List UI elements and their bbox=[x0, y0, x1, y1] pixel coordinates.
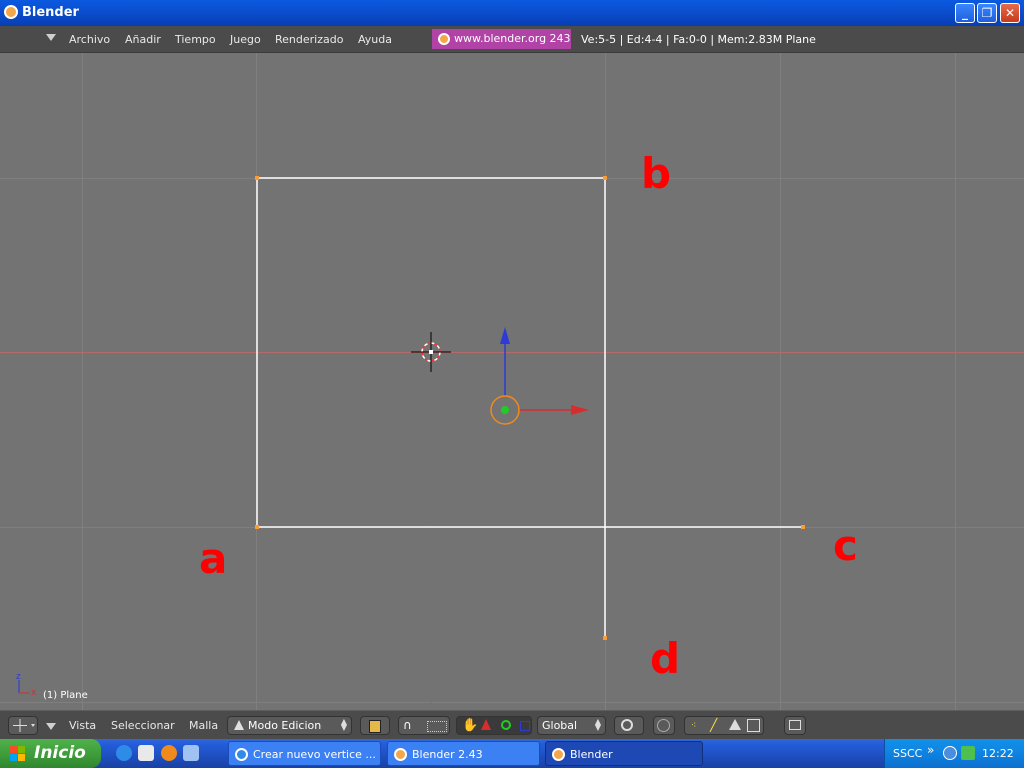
task-label: Blender bbox=[570, 748, 613, 761]
menu-seleccionar[interactable]: Seleccionar bbox=[111, 719, 175, 732]
minimize-button[interactable]: _ bbox=[955, 3, 975, 23]
scene-statistics: Ve:5-5 | Ed:4-4 | Fa:0-0 | Mem:2.83M Pla… bbox=[581, 33, 816, 46]
menu-ayuda[interactable]: Ayuda bbox=[358, 33, 392, 46]
maximize-button[interactable]: ❐ bbox=[977, 3, 997, 23]
pivot-button[interactable] bbox=[614, 716, 644, 735]
render-preview-button[interactable] bbox=[784, 716, 806, 735]
rotate-icon bbox=[501, 720, 511, 730]
start-label: Inicio bbox=[34, 743, 86, 763]
taskbar-item-blender-243[interactable]: Blender 2.43 bbox=[387, 741, 540, 766]
annotation-d: d bbox=[650, 634, 681, 683]
taskbar-item-blender[interactable]: Blender bbox=[545, 741, 703, 766]
annotation-a: a bbox=[199, 534, 228, 583]
x-arrow-icon bbox=[571, 405, 589, 415]
menu-renderizado[interactable]: Renderizado bbox=[275, 33, 343, 46]
image-icon bbox=[789, 720, 801, 730]
occlude-button[interactable] bbox=[653, 716, 675, 735]
grid-icon bbox=[13, 719, 35, 732]
menu-archivo[interactable]: Archivo bbox=[69, 33, 110, 46]
menu-anadir[interactable]: Añadir bbox=[125, 33, 161, 46]
transform-manipulator[interactable] bbox=[490, 327, 589, 425]
close-button[interactable]: ✕ bbox=[1000, 3, 1020, 23]
network-icon[interactable] bbox=[961, 746, 975, 760]
spinner-icon: ▲ ▼ bbox=[340, 717, 347, 732]
explorer-icon[interactable] bbox=[138, 745, 154, 761]
3d-cursor-icon[interactable] bbox=[411, 332, 451, 372]
editor-type-button[interactable] bbox=[8, 716, 38, 735]
proportional-icon bbox=[427, 721, 447, 732]
menu-malla[interactable]: Malla bbox=[189, 719, 218, 732]
tray-label: SSCC bbox=[893, 747, 923, 760]
window-title: Blender bbox=[22, 5, 79, 20]
manipulator-group[interactable]: ✋ bbox=[456, 716, 532, 735]
blender-logo-icon bbox=[394, 748, 407, 761]
media-player-icon[interactable] bbox=[161, 745, 177, 761]
active-object-label: (1) Plane bbox=[43, 690, 88, 701]
annotation-c: c bbox=[833, 521, 858, 570]
mesh-edges bbox=[256, 177, 803, 638]
face-select-icon bbox=[729, 719, 741, 730]
header-collapse-icon[interactable] bbox=[46, 34, 56, 41]
start-button[interactable]: Inicio bbox=[0, 739, 101, 768]
limit-selection-icon bbox=[657, 719, 670, 732]
snap-group[interactable]: ∩ bbox=[398, 716, 450, 735]
blender-website-link[interactable]: www.blender.org 243 bbox=[432, 29, 571, 49]
translate-icon bbox=[481, 719, 491, 730]
ie-icon[interactable] bbox=[116, 745, 132, 761]
system-tray: SSCC » 12:22 bbox=[884, 739, 1024, 768]
xray-icon bbox=[747, 719, 760, 732]
viewport-canvas: z x bbox=[0, 53, 1024, 710]
windows-logo-icon bbox=[10, 746, 25, 761]
clock[interactable]: 12:22 bbox=[982, 747, 1014, 760]
3d-viewport[interactable]: z x b a c d bbox=[0, 53, 1024, 710]
menu-tiempo[interactable]: Tiempo bbox=[175, 33, 216, 46]
taskbar-item-browser[interactable]: Crear nuevo vertice ... bbox=[228, 741, 381, 766]
menu-juego[interactable]: Juego bbox=[230, 33, 261, 46]
mesh-vertices[interactable] bbox=[255, 176, 805, 640]
grid bbox=[0, 53, 1024, 710]
axis-z-label: z bbox=[16, 672, 21, 682]
mode-select[interactable]: Modo Edicion ▲ ▼ bbox=[227, 716, 352, 735]
task-label: Blender 2.43 bbox=[412, 748, 483, 761]
menu-vista[interactable]: Vista bbox=[69, 719, 96, 732]
blender-logo-icon bbox=[438, 33, 450, 45]
annotation-b: b bbox=[641, 149, 672, 198]
hand-icon: ✋ bbox=[462, 718, 479, 733]
show-hidden-icons-chevron-icon[interactable]: » bbox=[927, 743, 934, 757]
vertex-select-icon: ⁖ bbox=[691, 721, 697, 731]
axis-gizmo: z x bbox=[16, 672, 37, 698]
task-label: Crear nuevo vertice ... bbox=[253, 748, 376, 761]
edge-select-icon: ╱ bbox=[710, 718, 718, 732]
orientation-select[interactable]: Global ▲ ▼ bbox=[537, 716, 606, 735]
z-arrow-icon bbox=[500, 327, 510, 344]
blender-logo-icon bbox=[552, 748, 565, 761]
scale-icon bbox=[520, 721, 530, 731]
website-url: www.blender.org 243 bbox=[454, 32, 571, 45]
messenger-icon[interactable] bbox=[183, 745, 199, 761]
draw-type-button[interactable] bbox=[360, 716, 390, 735]
view3d-header: Vista Seleccionar Malla Modo Edicion ▲ ▼ … bbox=[0, 710, 1024, 740]
blender-logo-icon bbox=[4, 5, 18, 19]
back-arrow-icon[interactable] bbox=[943, 746, 957, 760]
axis-x-label: x bbox=[31, 688, 37, 698]
edit-mode-icon bbox=[234, 720, 244, 730]
spinner-icon: ▲ ▼ bbox=[594, 717, 601, 732]
pivot-icon bbox=[621, 719, 633, 731]
window-title-bar[interactable]: Blender _ ❐ ✕ bbox=[0, 0, 1024, 26]
taskbar: Inicio Crear nuevo vertice ... Blender 2… bbox=[0, 739, 1024, 768]
orientation-select-value: Global bbox=[542, 719, 578, 732]
browser-icon bbox=[235, 748, 248, 761]
cube-icon bbox=[369, 720, 381, 733]
magnet-icon: ∩ bbox=[403, 718, 412, 732]
select-mode-group[interactable]: ⁖ ╱ bbox=[684, 716, 764, 735]
info-header: Archivo Añadir Tiempo Juego Renderizado … bbox=[0, 26, 1024, 53]
header-collapse-icon[interactable] bbox=[46, 723, 56, 730]
mode-select-value: Modo Edicion bbox=[248, 719, 322, 732]
